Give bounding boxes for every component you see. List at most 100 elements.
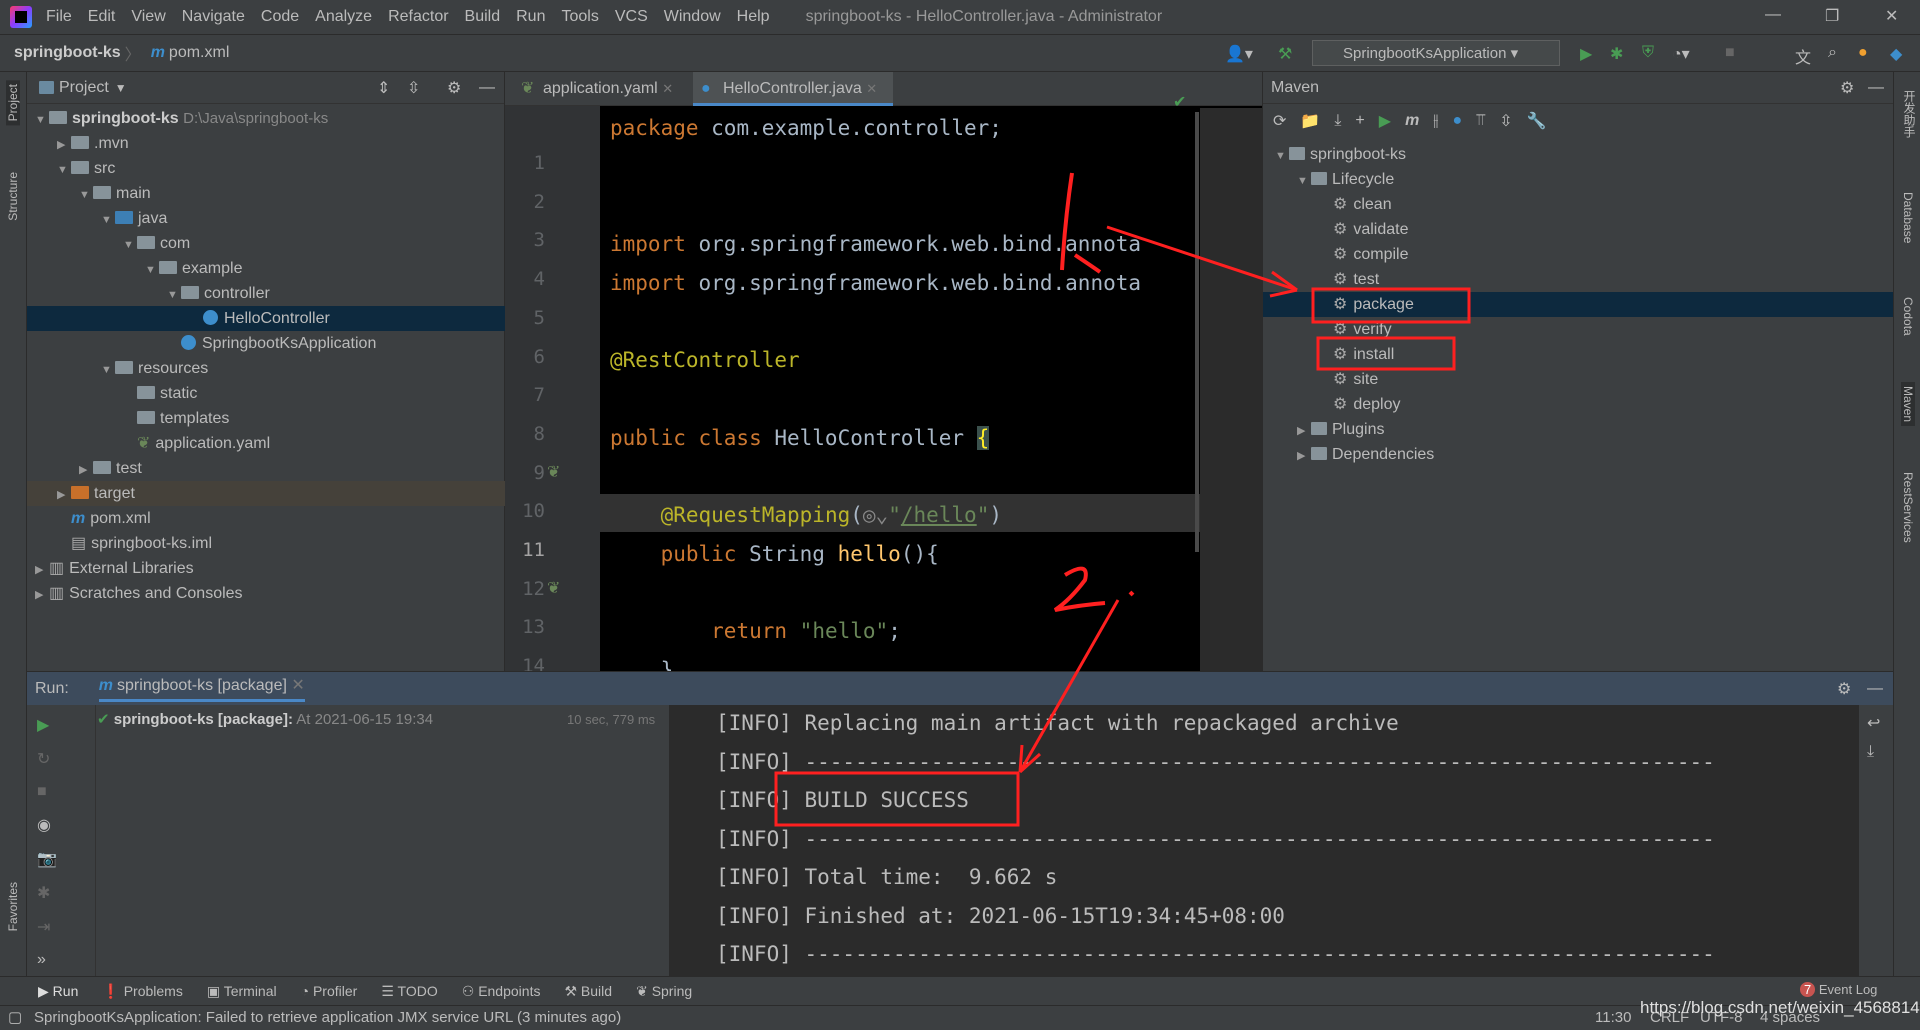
run-hide-icon[interactable]: — — [1867, 680, 1883, 698]
stop-icon[interactable]: ■ — [1725, 44, 1735, 62]
show-dependencies-icon[interactable]: ⫪ — [1476, 112, 1485, 130]
user-icon[interactable]: 👤▾ — [1225, 44, 1253, 64]
chevron-icon[interactable]: ▼ — [1275, 144, 1289, 169]
restore-button[interactable]: ❐ — [1825, 6, 1839, 26]
stripe-dev-helper[interactable]: 开发助手 — [1901, 90, 1918, 138]
maven-hide-icon[interactable]: — — [1868, 79, 1884, 97]
menu-run[interactable]: Run — [516, 8, 545, 26]
collapse-icon[interactable]: ⇳ — [1499, 111, 1512, 131]
editor-tab[interactable]: ❦ application.yaml ✕ — [513, 72, 689, 106]
coverage-icon[interactable]: ⛨ — [1642, 44, 1654, 62]
run-maven-icon[interactable]: ▶ — [1379, 111, 1391, 131]
menu-edit[interactable]: Edit — [88, 8, 116, 26]
tree-item[interactable]: ▼ example — [27, 256, 505, 281]
camera-icon[interactable]: 📷 — [37, 849, 57, 869]
tree-item[interactable]: templates — [27, 406, 505, 431]
menu-analyze[interactable]: Analyze — [315, 8, 372, 26]
maven-item[interactable]: ▶ Plugins — [1263, 417, 1894, 442]
download-icon[interactable]: ⤓ — [1334, 112, 1341, 130]
tree-item[interactable]: ▼ src — [27, 156, 505, 181]
hide-panel-icon[interactable]: — — [479, 79, 495, 97]
maven-wrench-icon[interactable]: 🔧 — [1527, 111, 1547, 131]
chevron-icon[interactable]: ▶ — [1297, 444, 1311, 469]
maven-item[interactable]: ⚙ deploy — [1263, 392, 1894, 417]
menu-code[interactable]: Code — [261, 8, 299, 26]
build-hammer-icon[interactable]: ⚒ — [1278, 44, 1292, 64]
minimize-button[interactable]: — — [1765, 6, 1781, 24]
run-configuration-select[interactable]: SpringbootKsApplication ▾ — [1312, 40, 1560, 66]
menu-file[interactable]: File — [46, 8, 72, 26]
close-tab-icon[interactable]: ✕ — [866, 81, 877, 96]
tree-item[interactable]: ▼ controller — [27, 281, 505, 306]
chevron-down-icon[interactable]: ▼ — [167, 283, 181, 308]
menu-tools[interactable]: Tools — [561, 8, 598, 26]
editor-scrollbar[interactable] — [1195, 112, 1199, 552]
menu-help[interactable]: Help — [737, 8, 770, 26]
toggle-offline-icon[interactable]: ⫲ — [1433, 112, 1438, 130]
run-icon[interactable]: ▶ — [1580, 44, 1592, 64]
tree-item[interactable]: static — [27, 381, 505, 406]
chevron-down-icon[interactable]: ▼ — [101, 208, 115, 233]
plugin-icon[interactable]: ◆ — [1890, 44, 1902, 64]
tree-item[interactable]: m pom.xml — [27, 506, 505, 531]
settings-gear-icon[interactable]: ⚙ — [447, 78, 461, 98]
status-toggle-icon[interactable]: ▢ — [8, 1006, 22, 1030]
breadcrumb-file[interactable]: pom.xml — [169, 44, 229, 62]
debug-icon[interactable]: ✱ — [1610, 44, 1623, 64]
stop-icon[interactable]: ■ — [37, 783, 57, 801]
chevron-right-icon[interactable]: ▶ — [35, 583, 49, 608]
exit-icon[interactable]: ⇥ — [37, 917, 57, 937]
tree-item[interactable]: ▤ springboot-ks.iml — [27, 531, 505, 556]
expand-all-icon[interactable]: ⇕ — [377, 78, 390, 98]
chevron-down-icon[interactable]: ▼ — [35, 108, 49, 133]
maven-item[interactable]: ⚙ site — [1263, 367, 1894, 392]
maven-item[interactable]: ⚙ verify — [1263, 317, 1894, 342]
caret-position[interactable]: 11:30 — [1595, 1006, 1631, 1030]
stripe-project[interactable]: Project — [6, 80, 20, 126]
tree-item[interactable]: ▼ main — [27, 181, 505, 206]
update-icon[interactable]: ● — [1858, 44, 1868, 62]
maven-item[interactable]: ⚙ test — [1263, 267, 1894, 292]
stripe-favorites[interactable]: Favorites — [6, 882, 20, 931]
stripe-restservices[interactable]: RestServices — [1901, 472, 1915, 543]
chevron-down-icon[interactable]: ▼ — [79, 183, 93, 208]
breadcrumb-project[interactable]: springboot-ks — [14, 44, 121, 62]
tree-item[interactable]: ▶ test — [27, 456, 505, 481]
tree-item[interactable]: ❦ application.yaml — [27, 431, 505, 456]
maven-settings-icon[interactable]: ⚙ — [1840, 78, 1854, 98]
tool-window-profiler[interactable]: ◔ Profiler — [301, 983, 358, 999]
tree-item[interactable]: ▶ target — [27, 481, 505, 506]
maven-item[interactable]: ⚙ package — [1263, 292, 1894, 317]
chevron-icon[interactable]: ▶ — [1297, 419, 1311, 444]
tool-window-endpoints[interactable]: ⚇ Endpoints — [462, 983, 541, 1000]
tree-item[interactable]: ▼ resources — [27, 356, 505, 381]
maven-item[interactable]: ▼ Lifecycle — [1263, 167, 1894, 192]
tool-window-terminal[interactable]: ▣ Terminal — [207, 983, 277, 1000]
tree-item[interactable]: ▼ springboot-ks D:\Java\springboot-ks — [27, 106, 505, 131]
tool-window-build[interactable]: ⚒ Build — [564, 983, 612, 1000]
tree-item[interactable]: HelloController — [27, 306, 505, 331]
spring-bean-gutter-icon[interactable]: ❦ — [547, 462, 560, 482]
maven-item[interactable]: ▶ Dependencies — [1263, 442, 1894, 467]
maven-item[interactable]: ▼ springboot-ks — [1263, 142, 1894, 167]
editor-tab[interactable]: ● HelloController.java ✕ — [693, 72, 893, 106]
menu-refactor[interactable]: Refactor — [388, 8, 448, 26]
tool-window-todo[interactable]: ☰ TODO — [381, 983, 437, 1000]
search-icon[interactable]: ⌕ — [1828, 44, 1837, 62]
tree-item[interactable]: ▶ ▥ Scratches and Consoles — [27, 581, 505, 606]
chevron-right-icon[interactable]: ▶ — [35, 558, 49, 583]
stripe-structure[interactable]: Structure — [6, 172, 20, 221]
status-message[interactable]: SpringbootKsApplication: Failed to retri… — [34, 1009, 621, 1026]
chevron-right-icon[interactable]: ▶ — [57, 133, 71, 158]
execute-goal-icon[interactable]: m — [1405, 112, 1419, 130]
chevron-down-icon[interactable]: ▼ — [57, 158, 71, 183]
run-settings-icon[interactable]: ⚙ — [1837, 679, 1851, 699]
code-editor[interactable]: ❦ application.yaml ✕ ● HelloController.java… — [505, 72, 1262, 716]
stripe-codota[interactable]: Codota — [1901, 297, 1915, 336]
chevron-right-icon[interactable]: ▶ — [57, 483, 71, 508]
add-icon[interactable]: + — [1355, 112, 1364, 130]
tree-item[interactable]: SpringbootKsApplication — [27, 331, 505, 356]
maven-item[interactable]: ⚙ compile — [1263, 242, 1894, 267]
run-tab[interactable]: m springboot-ks [package] ✕ — [98, 675, 305, 702]
chevron-down-icon[interactable]: ▼ — [101, 358, 115, 383]
